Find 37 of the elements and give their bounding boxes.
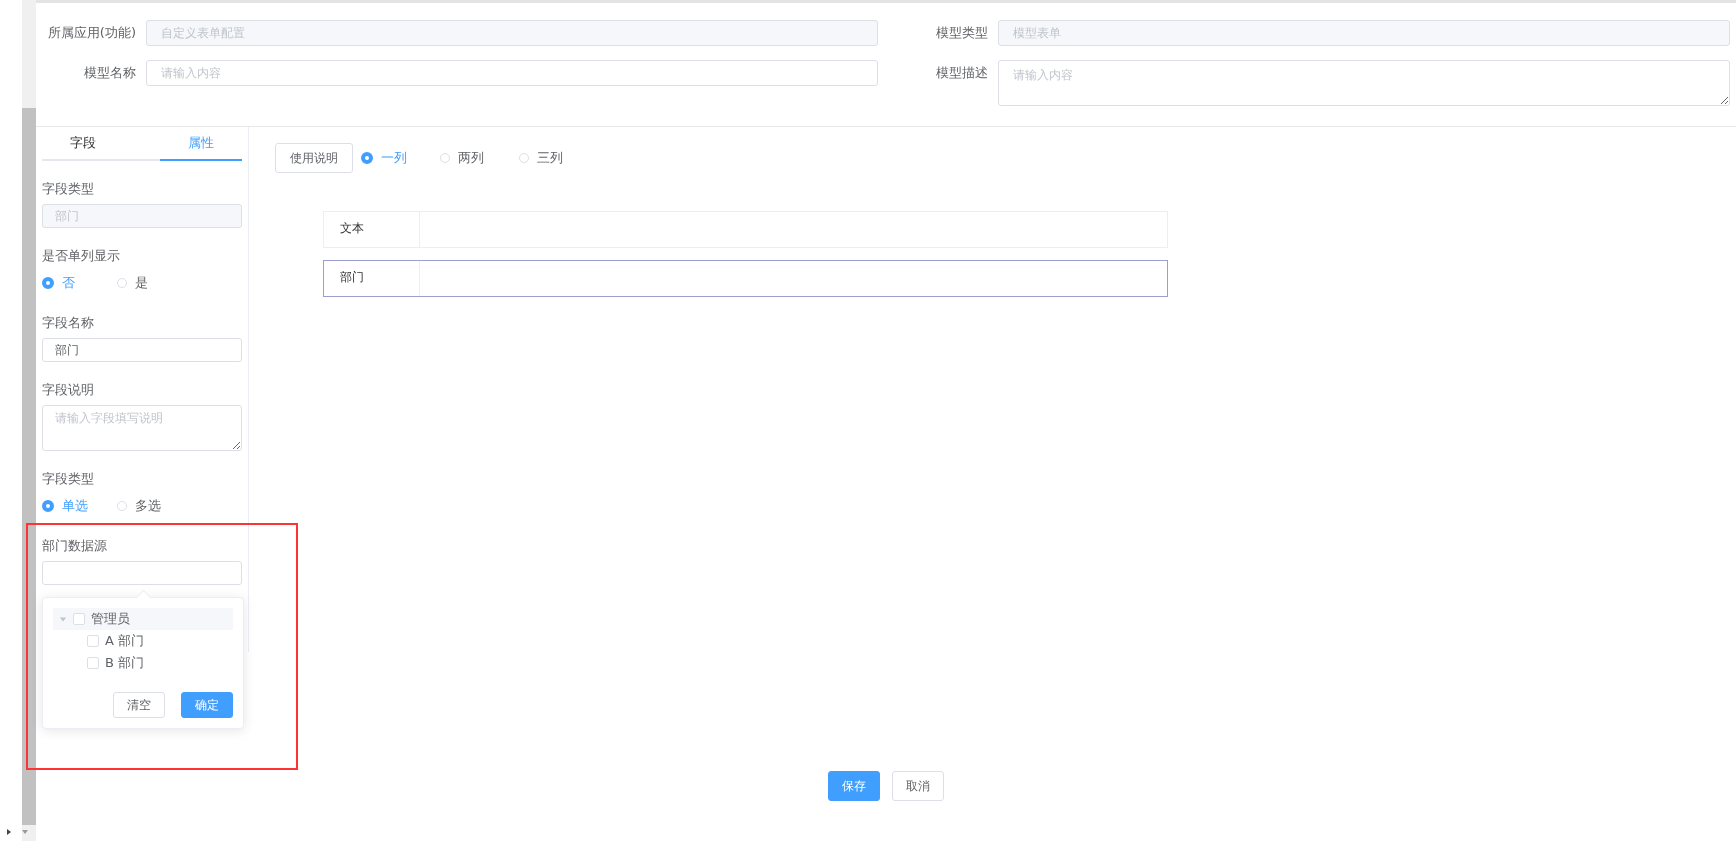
form-row[interactable]: 文本 (323, 211, 1168, 248)
tree-node[interactable]: B 部门 (53, 652, 233, 674)
node-label: B 部门 (105, 654, 145, 672)
property-label: 字段类型 (42, 470, 95, 488)
property-label: 字段类型 (42, 180, 95, 198)
cancel-button[interactable]: 取消 (892, 771, 944, 801)
tree-node[interactable]: 管理员 (53, 608, 233, 630)
input-field[interactable]: 部门 (42, 338, 242, 362)
property-label: 是否单列显示 (42, 247, 121, 265)
help-button[interactable]: 使用说明 (275, 143, 353, 173)
radio-option[interactable]: 是 (117, 274, 192, 292)
clear-button[interactable]: 清空 (113, 692, 165, 718)
field-label: 模型类型 (935, 24, 989, 42)
field-label: 所属应用(功能) (46, 24, 137, 42)
radio-option[interactable]: 三列 (519, 149, 594, 167)
description-field[interactable]: 请输入字段填写说明 (42, 405, 242, 451)
property-label: 字段名称 (42, 314, 95, 332)
field-label: 模型描述 (935, 64, 989, 82)
caret-icon[interactable] (59, 615, 67, 623)
checkbox[interactable] (87, 657, 99, 669)
node-label: 管理员 (91, 610, 130, 628)
checkbox[interactable] (87, 635, 99, 647)
form-row[interactable]: 部门 (323, 260, 1168, 297)
input-field[interactable]: 请输入内容 (146, 60, 878, 86)
panel-tab[interactable]: 字段 (42, 127, 124, 161)
property-label: 部门数据源 (42, 537, 108, 555)
row-label: 文本 (324, 212, 420, 247)
field-label: 模型名称 (83, 64, 137, 82)
row-label: 部门 (324, 261, 420, 296)
radio-option[interactable]: 两列 (440, 149, 515, 167)
radio-option[interactable]: 多选 (117, 497, 192, 515)
tree-node[interactable]: A 部门 (53, 630, 233, 652)
property-label: 字段说明 (42, 381, 95, 399)
description-field[interactable]: 请输入内容 (998, 60, 1730, 106)
tree-select-field[interactable] (42, 561, 242, 585)
node-label: A 部门 (105, 632, 145, 650)
checkbox[interactable] (73, 613, 85, 625)
